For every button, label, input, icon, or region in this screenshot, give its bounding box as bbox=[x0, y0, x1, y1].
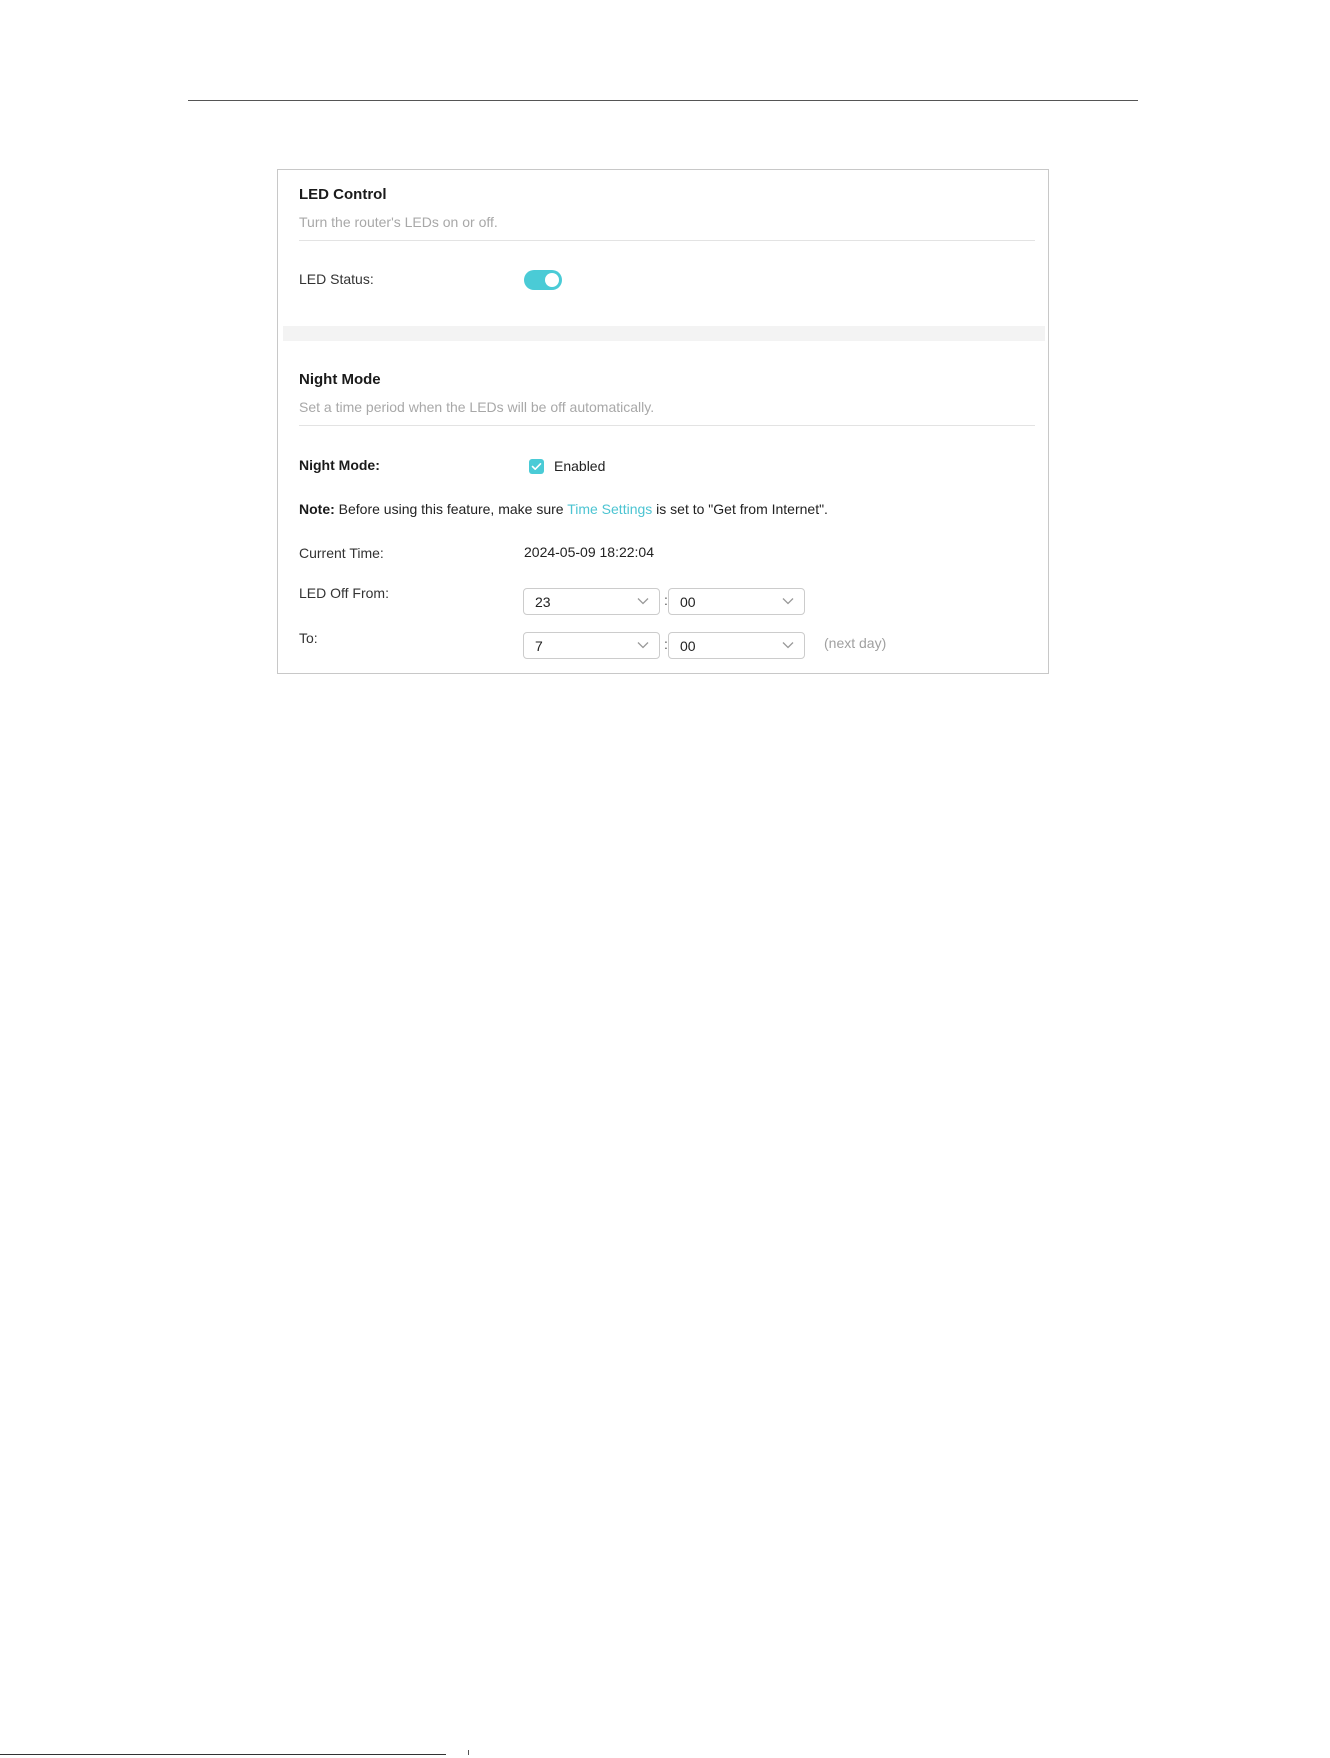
toggle-knob bbox=[545, 273, 559, 287]
next-day-hint: (next day) bbox=[824, 635, 887, 651]
time-settings-note: Note: Before using this feature, make su… bbox=[299, 501, 828, 517]
from-minute-select[interactable]: 00 bbox=[668, 588, 805, 615]
page-bottom-tick bbox=[468, 1750, 469, 1755]
led-settings-panel: LED Control Turn the router's LEDs on or… bbox=[277, 169, 1049, 674]
from-minute-value: 00 bbox=[680, 594, 696, 610]
note-text-after: is set to "Get from Internet". bbox=[652, 501, 828, 517]
led-status-label: LED Status: bbox=[299, 271, 374, 287]
chevron-down-icon bbox=[782, 598, 794, 605]
night-mode-enabled-checkbox[interactable]: Enabled bbox=[529, 458, 605, 474]
to-minute-select[interactable]: 00 bbox=[668, 632, 805, 659]
night-mode-description: Set a time period when the LEDs will be … bbox=[299, 399, 655, 415]
page-top-rule bbox=[188, 100, 1138, 101]
note-text-before: Before using this feature, make sure bbox=[334, 501, 568, 517]
checkbox-box bbox=[529, 458, 544, 474]
led-off-from-label: LED Off From: bbox=[299, 585, 389, 601]
led-control-description: Turn the router's LEDs on or off. bbox=[299, 214, 498, 230]
page-bottom-rule bbox=[0, 1754, 446, 1755]
note-prefix: Note: bbox=[299, 501, 335, 517]
chevron-down-icon bbox=[637, 642, 649, 649]
enabled-label: Enabled bbox=[554, 458, 606, 474]
night-mode-label: Night Mode: bbox=[299, 457, 380, 473]
chevron-down-icon bbox=[782, 642, 794, 649]
from-hour-select[interactable]: 23 bbox=[523, 588, 660, 615]
section-separator-band bbox=[283, 326, 1045, 341]
night-mode-title: Night Mode bbox=[299, 371, 381, 388]
to-minute-value: 00 bbox=[680, 638, 696, 654]
to-label: To: bbox=[299, 630, 318, 646]
to-hour-value: 7 bbox=[535, 638, 543, 654]
chevron-down-icon bbox=[637, 598, 649, 605]
time-settings-link[interactable]: Time Settings bbox=[567, 501, 652, 517]
to-hour-select[interactable]: 7 bbox=[523, 632, 660, 659]
check-icon bbox=[531, 462, 542, 470]
from-hour-value: 23 bbox=[535, 594, 551, 610]
current-time-value: 2024-05-09 18:22:04 bbox=[524, 544, 654, 560]
night-mode-divider bbox=[299, 425, 1035, 426]
led-control-title: LED Control bbox=[299, 186, 387, 203]
led-control-divider bbox=[299, 240, 1035, 241]
current-time-label: Current Time: bbox=[299, 545, 384, 561]
led-status-toggle[interactable] bbox=[524, 270, 562, 290]
